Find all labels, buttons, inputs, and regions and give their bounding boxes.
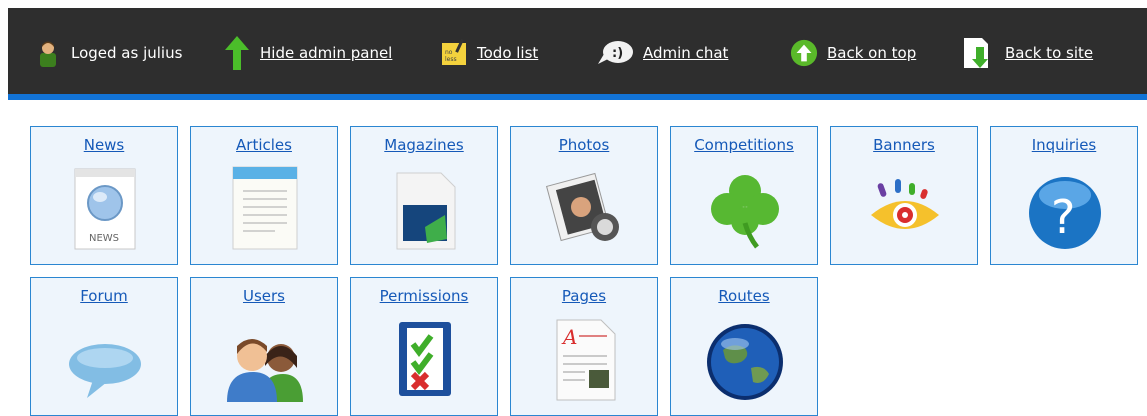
module-link-inquiries[interactable]: Inquiries <box>991 136 1137 154</box>
module-tile-competitions[interactable]: Competitions <box>670 126 818 265</box>
articles-icon <box>225 165 305 251</box>
module-link-pages[interactable]: Pages <box>511 287 657 305</box>
sticky-note-icon: no less <box>440 38 468 68</box>
circle-arrow-up-icon <box>790 38 818 68</box>
svg-text:NEWS: NEWS <box>89 233 119 244</box>
topbar-accent-stripe <box>8 94 1147 100</box>
clover-icon <box>705 165 785 251</box>
user-icon <box>34 38 62 68</box>
module-tile-permissions[interactable]: Permissions <box>350 277 498 416</box>
module-tile-photos[interactable]: Photos <box>510 126 658 265</box>
svg-text:no: no <box>445 49 453 56</box>
admin-topbar: Loged as julius Hide admin panel no less… <box>8 8 1147 94</box>
module-link-photos[interactable]: Photos <box>511 136 657 154</box>
back-on-top-link[interactable]: Back on top <box>827 44 916 62</box>
svg-text::): :) <box>612 46 623 61</box>
module-tile-magazines[interactable]: Magazines <box>350 126 498 265</box>
logged-user: Loged as julius <box>34 38 182 68</box>
speech-bubble-icon <box>65 316 145 402</box>
todo-list[interactable]: no less Todo list <box>440 38 538 68</box>
module-tile-routes[interactable]: Routes <box>670 277 818 416</box>
users-icon <box>225 316 305 402</box>
todo-list-link[interactable]: Todo list <box>477 44 538 62</box>
module-tile-banners[interactable]: Banners <box>830 126 978 265</box>
module-link-news[interactable]: News <box>31 136 177 154</box>
hide-admin-panel-link[interactable]: Hide admin panel <box>260 44 392 62</box>
magazines-icon <box>385 165 465 251</box>
admin-chat-link[interactable]: Admin chat <box>643 44 728 62</box>
module-link-magazines[interactable]: Magazines <box>351 136 497 154</box>
svg-text:less: less <box>445 56 457 63</box>
chat-bubble-icon: :) <box>598 38 634 68</box>
document-icon: A <box>545 316 625 402</box>
module-link-articles[interactable]: Articles <box>191 136 337 154</box>
user-label: Loged as julius <box>71 44 183 62</box>
module-link-routes[interactable]: Routes <box>671 287 817 305</box>
module-link-permissions[interactable]: Permissions <box>351 287 497 305</box>
news-icon: NEWS <box>65 165 145 251</box>
module-tile-forum[interactable]: Forum <box>30 277 178 416</box>
module-tile-pages[interactable]: Pages A <box>510 277 658 416</box>
back-to-site[interactable]: Back to site <box>962 38 1093 68</box>
module-link-competitions[interactable]: Competitions <box>671 136 817 154</box>
banners-eye-icon <box>865 165 945 251</box>
module-tile-articles[interactable]: Articles <box>190 126 338 265</box>
hide-admin-panel[interactable]: Hide admin panel <box>223 36 392 70</box>
photos-icon <box>545 165 625 251</box>
svg-text:A: A <box>561 325 577 349</box>
globe-icon <box>705 316 785 402</box>
question-icon: ? <box>1025 165 1105 251</box>
module-link-forum[interactable]: Forum <box>31 287 177 305</box>
checklist-icon <box>385 316 465 402</box>
admin-chat[interactable]: :) Admin chat <box>598 38 728 68</box>
back-to-site-link[interactable]: Back to site <box>1005 44 1093 62</box>
svg-text:?: ? <box>1051 190 1075 244</box>
module-tile-news[interactable]: News NEWS <box>30 126 178 265</box>
arrow-up-icon <box>223 36 251 70</box>
download-arrow-icon <box>962 38 990 68</box>
back-on-top[interactable]: Back on top <box>790 38 916 68</box>
module-link-users[interactable]: Users <box>191 287 337 305</box>
module-tile-users[interactable]: Users <box>190 277 338 416</box>
module-link-banners[interactable]: Banners <box>831 136 977 154</box>
module-tile-inquiries[interactable]: Inquiries ? <box>990 126 1138 265</box>
